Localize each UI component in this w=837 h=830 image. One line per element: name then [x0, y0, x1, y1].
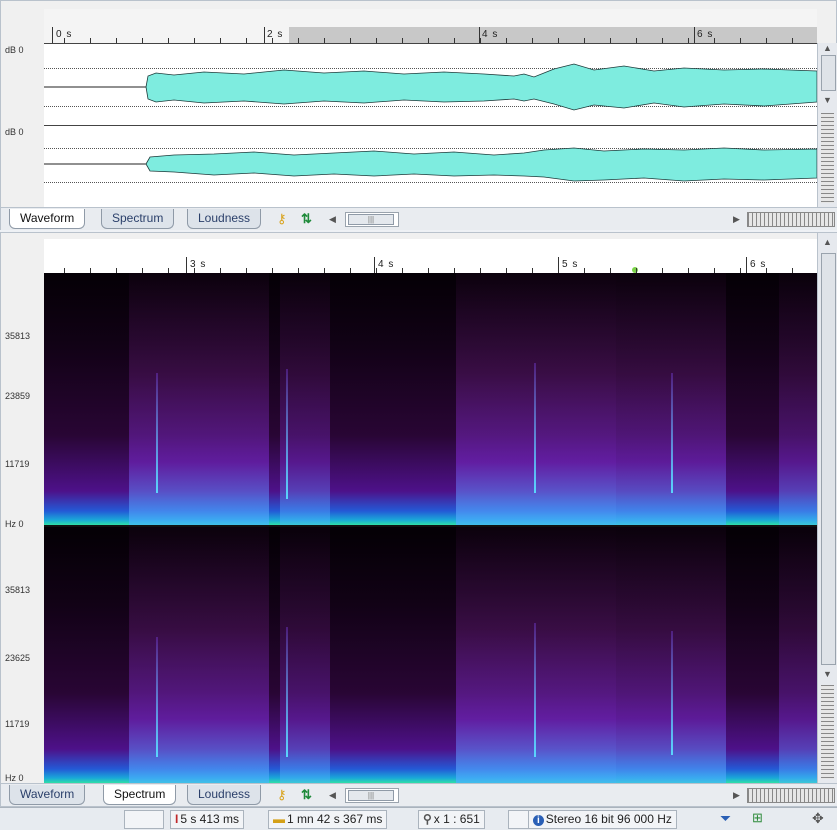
waveform-channel-2-shape — [44, 147, 817, 182]
audio-editor: 0 s 2 s 4 s 6 s dB 0 dB 0 ▲ ▼ Waveform S… — [0, 0, 837, 830]
magnifier-icon: ⚲ — [423, 812, 432, 826]
ruler-icon: ▬ — [273, 812, 285, 826]
top-horizontal-scrollbar[interactable]: ||| — [345, 212, 399, 227]
ch2-freq-23625: 23625 — [5, 653, 31, 663]
up-down-arrow-icon[interactable]: ⇅ — [301, 211, 312, 227]
funnel-icon[interactable]: ⏷ — [720, 810, 731, 827]
scroll-right-icon[interactable]: ▶ — [733, 214, 740, 225]
spectrum-scroll-thumb[interactable] — [821, 253, 836, 665]
status-empty-cell-2 — [508, 810, 530, 829]
position-value: 5 s 413 ms — [180, 812, 240, 826]
ch1-freq-23859: 23859 — [5, 391, 31, 401]
status-cursor-position[interactable]: I5 s 413 ms — [170, 810, 245, 829]
scroll-left-icon[interactable]: ◀ — [329, 790, 336, 801]
snap-icon[interactable]: ⊞ — [752, 810, 763, 826]
waveform-panel: 0 s 2 s 4 s 6 s dB 0 dB 0 ▲ ▼ Waveform S… — [0, 0, 837, 230]
cursor-i-icon: I — [175, 812, 179, 826]
ch2-freq-11719: 11719 — [5, 719, 30, 729]
bottom-overview-bar[interactable] — [747, 788, 835, 803]
ch2-freq-0: Hz 0 — [5, 773, 24, 783]
scroll-left-icon[interactable]: ◀ — [329, 214, 336, 225]
spec-ruler-label-6: 6 s — [750, 259, 767, 270]
spec-ruler-label-4: 4 s — [378, 259, 395, 270]
spectrum-panel: 3 s 4 s 5 s 6 s 35813 23859 11719 Hz 0 3… — [0, 232, 837, 807]
bottom-view-tabs: Waveform Spectrum Loudness ⚷ ⇅ ◀ ||| ▶ — [1, 783, 837, 806]
status-zoom[interactable]: ⚲ x 1 : 651 — [418, 810, 485, 829]
info-icon: i — [533, 815, 544, 826]
ruler-label-4: 4 s — [482, 29, 499, 40]
status-empty-cell — [124, 810, 164, 829]
key-icon[interactable]: ⚷ — [277, 787, 287, 803]
spectrum-axis: 35813 23859 11719 Hz 0 35813 23625 11719… — [1, 273, 44, 783]
selection-band — [289, 27, 817, 43]
tab-waveform-top[interactable]: Waveform — [9, 209, 86, 229]
channel1-db-label: dB 0 — [5, 45, 24, 55]
spec-ruler-label-5: 5 s — [562, 259, 579, 270]
key-icon[interactable]: ⚷ — [277, 211, 287, 227]
status-bar: I5 s 413 ms ▬ 1 mn 42 s 367 ms ⚲ x 1 : 651… — [0, 807, 837, 830]
spectrogram-channel-2[interactable] — [44, 527, 817, 783]
zoom-value: x 1 : 651 — [433, 812, 480, 826]
scroll-right-icon[interactable]: ▶ — [733, 790, 740, 801]
tab-spectrum-top[interactable]: Spectrum — [101, 209, 175, 229]
duration-value: 1 mn 42 s 367 ms — [287, 812, 383, 826]
status-format[interactable]: i Stereo 16 bit 96 000 Hz — [528, 810, 677, 829]
spec-ruler-label-3: 3 s — [190, 259, 207, 270]
top-view-tabs: Waveform Spectrum Loudness ⚷ ⇅ ◀ ||| ▶ — [1, 207, 837, 230]
spectrogram-channel-1[interactable] — [44, 273, 817, 527]
tab-spectrum-bottom[interactable]: Spectrum — [103, 785, 177, 805]
bottom-horizontal-scrollbar[interactable]: ||| — [345, 788, 399, 803]
ch1-freq-11719: 11719 — [5, 459, 30, 469]
format-value: Stereo 16 bit 96 000 Hz — [545, 812, 672, 826]
ruler-label-2: 2 s — [267, 29, 284, 40]
ch1-freq-35813: 35813 — [5, 331, 31, 341]
waveform-scroll-thumb[interactable] — [821, 55, 836, 91]
tab-loudness-top[interactable]: Loudness — [187, 209, 262, 229]
ch2-freq-35813: 35813 — [5, 585, 31, 595]
waveform-channel-1-shape — [44, 63, 817, 111]
waveform-channel-2[interactable] — [44, 125, 817, 208]
move-cross-icon[interactable]: ✥ — [812, 810, 824, 827]
up-down-arrow-icon[interactable]: ⇅ — [301, 787, 312, 803]
ruler-label-6: 6 s — [697, 29, 714, 40]
waveform-time-ruler[interactable]: 0 s 2 s 4 s 6 s — [44, 9, 817, 44]
top-overview-bar[interactable] — [747, 212, 835, 227]
waveform-axis: dB 0 dB 0 — [1, 43, 44, 207]
status-duration[interactable]: ▬ 1 mn 42 s 367 ms — [268, 810, 388, 829]
spectrum-vertical-scrollbar[interactable]: ▲ ▼ — [817, 233, 837, 783]
waveform-channel-1[interactable] — [44, 43, 817, 126]
top-hscroll-thumb[interactable]: ||| — [348, 214, 394, 225]
ch1-freq-0: Hz 0 — [5, 519, 24, 529]
spectrum-time-ruler[interactable]: 3 s 4 s 5 s 6 s — [44, 239, 817, 274]
waveform-vertical-scrollbar[interactable]: ▲ ▼ — [817, 43, 837, 207]
channel2-db-label: dB 0 — [5, 127, 24, 137]
tab-loudness-bottom[interactable]: Loudness — [187, 785, 262, 805]
tab-waveform-bottom[interactable]: Waveform — [9, 785, 86, 805]
bottom-hscroll-thumb[interactable]: ||| — [348, 790, 394, 801]
